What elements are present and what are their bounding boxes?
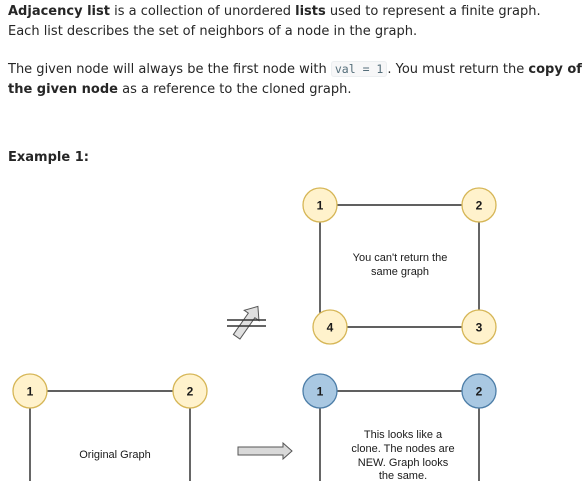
wrong-clone-graph: 1 2 4 3 You can't return the same graph: [302, 187, 497, 345]
original-graph: 1 2 Original Graph: [12, 373, 208, 481]
clone-caption-3: NEW. Graph looks: [358, 457, 449, 469]
node-3-label: 3: [476, 321, 483, 335]
clone-caption-1: This looks like a: [364, 429, 443, 441]
original-caption: Original Graph: [79, 449, 151, 461]
clone-node-1-label: 1: [317, 385, 324, 399]
wrong-clone-caption-1: You can't return the: [353, 252, 448, 264]
correct-clone-graph: 1 2 This looks like a clone. The nodes a…: [302, 373, 497, 481]
graph-figure: 1 2 4 3 You can't return the same graph …: [12, 187, 497, 481]
clone-caption-2: clone. The nodes are: [351, 443, 454, 455]
orig-node-1-label: 1: [27, 385, 34, 399]
node-4-label: 4: [327, 321, 334, 335]
right-arrow-icon: [237, 441, 293, 461]
node-1-label: 1: [317, 199, 324, 213]
orig-node-2-label: 2: [187, 385, 194, 399]
not-equal-arrow-icon: [227, 305, 266, 340]
node-2-label: 2: [476, 199, 483, 213]
wrong-clone-caption-2: same graph: [371, 266, 429, 278]
clone-node-2-label: 2: [476, 385, 483, 399]
clone-caption-4: the same.: [379, 470, 427, 481]
